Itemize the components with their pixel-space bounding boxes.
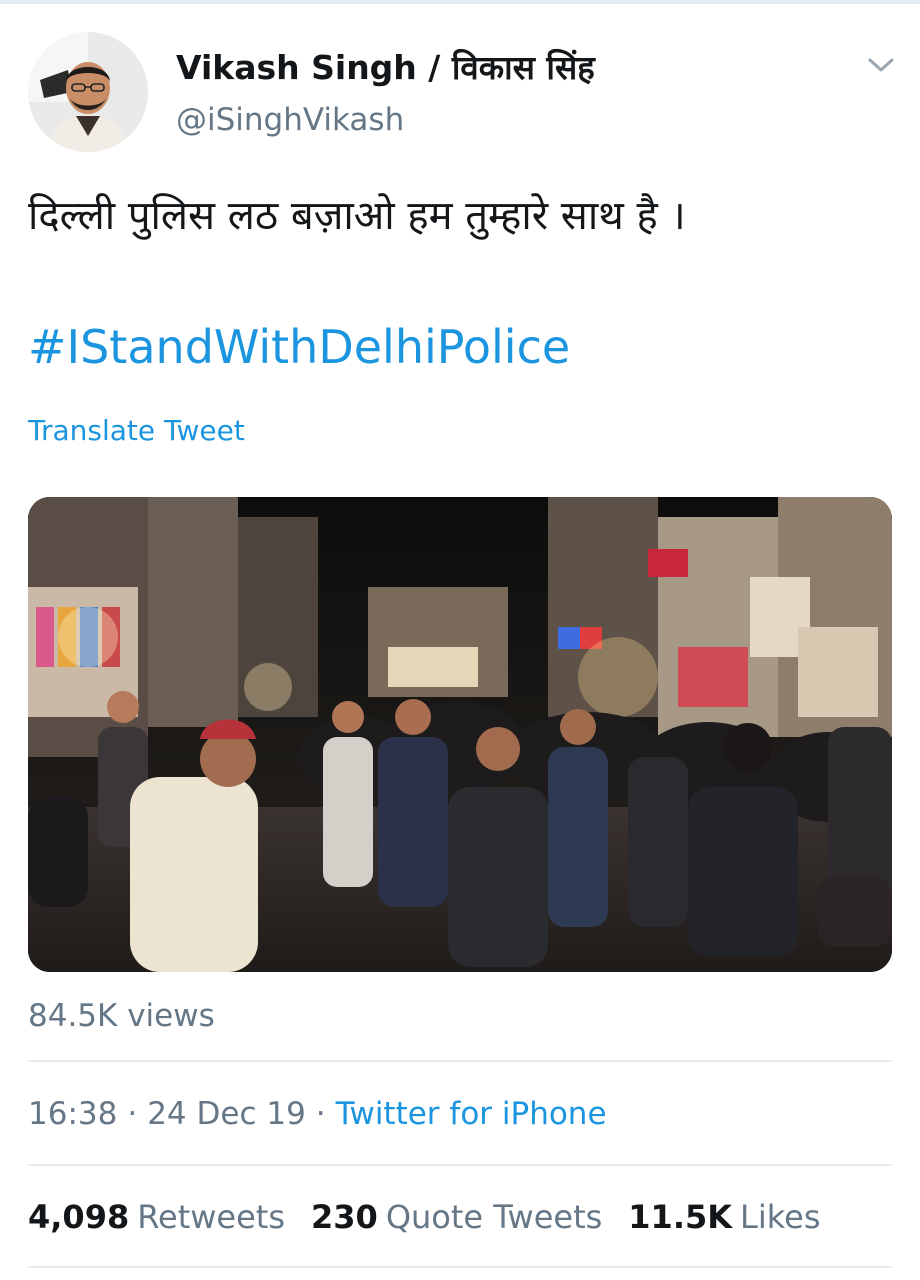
tweet-date[interactable]: 24 Dec 19 xyxy=(147,1096,306,1132)
view-count: 84.5K views xyxy=(28,998,215,1034)
likes-stat[interactable]: 11.5K Likes xyxy=(628,1198,820,1236)
video-frame-image xyxy=(28,497,892,972)
tweet-time[interactable]: 16:38 xyxy=(28,1096,117,1132)
divider xyxy=(28,1266,892,1268)
chevron-down-icon[interactable] xyxy=(866,54,896,76)
likes-label: Likes xyxy=(740,1198,821,1236)
quote-tweets-count: 230 xyxy=(311,1198,378,1236)
avatar[interactable] xyxy=(28,32,148,152)
hashtag-link[interactable]: #IStandWithDelhiPolice xyxy=(28,320,570,374)
tweet-source-link[interactable]: Twitter for iPhone xyxy=(336,1096,607,1132)
meta-separator: · xyxy=(315,1096,326,1132)
retweets-stat[interactable]: 4,098 Retweets xyxy=(28,1198,285,1236)
likes-count: 11.5K xyxy=(628,1198,733,1236)
quote-tweets-stat[interactable]: 230 Quote Tweets xyxy=(311,1198,602,1236)
top-divider xyxy=(0,0,920,4)
meta-separator: · xyxy=(127,1096,138,1132)
author-handle[interactable]: @iSinghVikash xyxy=(176,102,404,138)
divider xyxy=(28,1164,892,1166)
tweet-video[interactable] xyxy=(28,497,892,972)
author-display-name[interactable]: Vikash Singh / विकास सिंह xyxy=(176,44,595,89)
tweet-text: दिल्ली पुलिस लठ बज़ाओ हम तुम्हारे साथ है… xyxy=(28,193,686,239)
retweets-count: 4,098 xyxy=(28,1198,130,1236)
quote-tweets-label: Quote Tweets xyxy=(385,1198,603,1236)
tweet-stats: 4,098 Retweets 230 Quote Tweets 11.5K Likes xyxy=(28,1198,847,1236)
divider xyxy=(28,1060,892,1062)
tweet-meta: 16:38 · 24 Dec 19 · Twitter for iPhone xyxy=(28,1096,607,1132)
retweets-label: Retweets xyxy=(137,1198,286,1236)
translate-tweet-link[interactable]: Translate Tweet xyxy=(28,414,245,447)
